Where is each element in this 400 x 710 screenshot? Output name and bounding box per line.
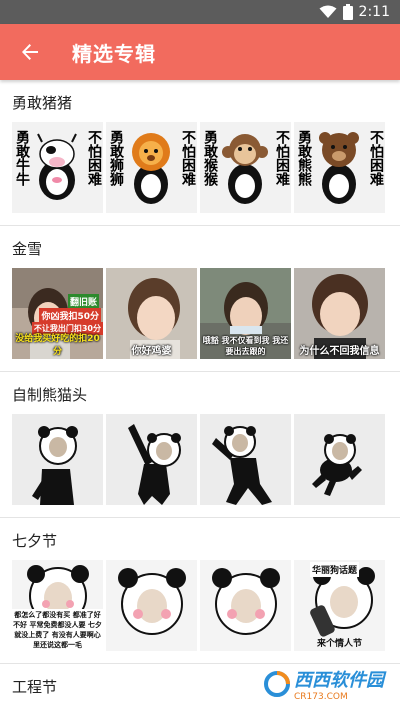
panda-meme-thumb[interactable] (200, 560, 291, 651)
bear-sticker-thumb[interactable]: 勇敢熊熊 不怕困难 (294, 122, 385, 213)
panda-meme-thumb[interactable] (106, 414, 197, 505)
child-photo-thumb[interactable]: 为什么不回我信息 (294, 268, 385, 359)
page-title: 精选专辑 (72, 41, 156, 66)
watermark-sub: CR173.COM (294, 692, 348, 702)
cow-sticker-thumb[interactable]: 勇敢牛牛 不怕困难 (12, 122, 103, 213)
photo-caption: 你好鸡婆 (131, 346, 172, 357)
panda-meme-thumb[interactable] (106, 560, 197, 651)
sticker-caption-right: 不怕困难 (180, 130, 196, 186)
photo-caption: 没给我买好吃的扣20分 (15, 334, 100, 357)
album-thumbnails: 翻旧账 你凶我扣50分 不让我出门扣30分 没给我买好吃的扣20分 你好鸡婆 哦… (0, 260, 400, 371)
sticker-caption-left: 勇敢牛牛 (14, 130, 30, 186)
album-list[interactable]: 勇敢猪猪 勇敢牛牛 不怕困难 勇敢狮狮 不怕困难 勇敢猴猴 不怕困难 勇敢熊熊 … (0, 80, 400, 710)
wifi-icon (319, 5, 337, 19)
monkey-sticker-thumb[interactable]: 勇敢猴猴 不怕困难 (200, 122, 291, 213)
panda-meme-thumb[interactable]: 华丽狗话题 来个情人节 (294, 560, 385, 651)
panda-meme-thumb[interactable]: 都怎么了都没有买 都准了好不好 平常免费都没人要 七夕就没上费了 有没有人要啊心… (12, 560, 103, 651)
sticker-caption-right: 不怕困难 (368, 130, 384, 186)
app-bar: 精选专辑 (0, 24, 400, 80)
watermark-logo-icon (264, 671, 290, 697)
back-arrow-icon[interactable] (16, 38, 44, 66)
album-section: 自制熊猫头 (0, 372, 400, 518)
sticker-caption-left: 勇敢熊熊 (296, 130, 312, 186)
battery-icon (342, 4, 353, 20)
child-photo-thumb[interactable]: 哦豁 我不仅看到我 我还要出去跟的 (200, 268, 291, 359)
album-section: 七夕节 都怎么了都没有买 都准了好不好 平常免费都没人要 七夕就没上费了 有没有… (0, 518, 400, 664)
watermark-text: 西西软件园 (294, 670, 384, 691)
album-title[interactable]: 七夕节 (0, 530, 400, 552)
sticker-caption-left: 勇敢狮狮 (108, 130, 124, 186)
album-title[interactable]: 勇敢猪猪 (0, 92, 400, 114)
clock-time: 2:11 (358, 4, 390, 20)
photo-caption: 都怎么了都没有买 都准了好不好 平常免费都没人要 七夕就没上费了 有没有人要啊心… (12, 609, 103, 651)
album-title[interactable]: 自制熊猫头 (0, 384, 400, 406)
photo-caption: 哦豁 我不仅看到我 我还要出去跟的 (202, 336, 289, 356)
panda-meme-thumb[interactable] (200, 414, 291, 505)
album-section: 金雪 翻旧账 你凶我扣50分 不让我出门扣30分 没给我买好吃的扣20分 你好鸡… (0, 226, 400, 372)
photo-caption: 来个情人节 (316, 639, 362, 649)
child-photo-thumb[interactable]: 你好鸡婆 (106, 268, 197, 359)
photo-tag: 翻旧账 (67, 294, 99, 309)
lion-sticker-thumb[interactable]: 勇敢狮狮 不怕困难 (106, 122, 197, 213)
album-thumbnails: 都怎么了都没有买 都准了好不好 平常免费都没人要 七夕就没上费了 有没有人要啊心… (0, 552, 400, 663)
sticker-caption-right: 不怕困难 (86, 130, 102, 186)
photo-tag: 你凶我扣50分 (39, 308, 101, 323)
site-watermark: 西西软件园 CR173.COM (258, 664, 390, 704)
photo-caption: 为什么不回我信息 (299, 346, 380, 357)
album-thumbnails: 勇敢牛牛 不怕困难 勇敢狮狮 不怕困难 勇敢猴猴 不怕困难 勇敢熊熊 不怕困难 (0, 114, 400, 225)
panda-meme-thumb[interactable] (294, 414, 385, 505)
album-section: 勇敢猪猪 勇敢牛牛 不怕困难 勇敢狮狮 不怕困难 勇敢猴猴 不怕困难 勇敢熊熊 … (0, 80, 400, 226)
panda-meme-thumb[interactable] (12, 414, 103, 505)
album-thumbnails (0, 406, 400, 517)
status-bar: 2:11 (0, 0, 400, 24)
child-photo-thumb[interactable]: 翻旧账 你凶我扣50分 不让我出门扣30分 没给我买好吃的扣20分 (12, 268, 103, 359)
album-title[interactable]: 金雪 (0, 238, 400, 260)
sticker-caption-right: 不怕困难 (274, 130, 290, 186)
sticker-caption-left: 勇敢猴猴 (202, 130, 218, 186)
photo-tag: 华丽狗话题 (310, 562, 360, 577)
